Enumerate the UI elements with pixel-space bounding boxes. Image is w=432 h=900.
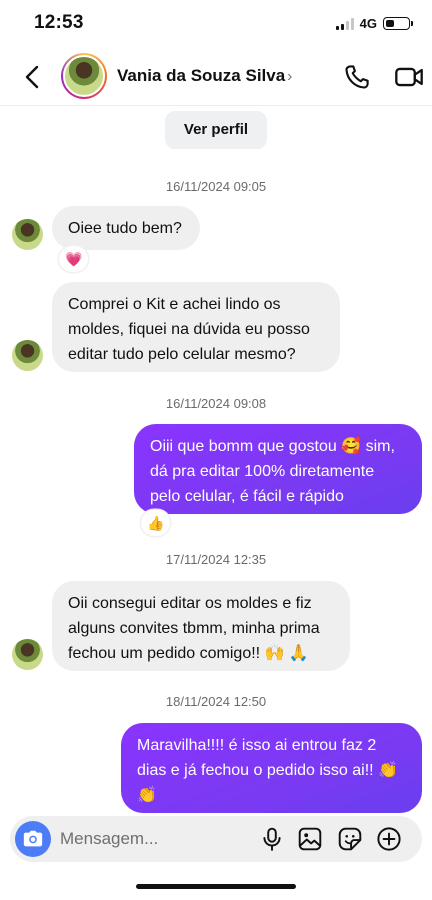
contact-avatar[interactable] <box>61 53 107 99</box>
message-line: pelo celular, é fácil e rápido <box>150 488 344 505</box>
incoming-message[interactable]: Oiee tudo bem? <box>52 206 200 250</box>
message-line: dá pra editar 100% diretamente <box>150 463 375 480</box>
message-line: Oiee tudo bem? <box>68 220 182 237</box>
sticker-icon <box>338 827 362 851</box>
back-button[interactable] <box>18 62 48 92</box>
chevron-left-icon <box>25 65 39 89</box>
avatar[interactable] <box>12 219 43 250</box>
home-indicator[interactable] <box>136 884 296 889</box>
video-call-button[interactable] <box>394 62 424 92</box>
message-input[interactable] <box>60 827 240 851</box>
status-bar: 12:53 4G <box>0 0 432 48</box>
message-line: editar tudo pelo celular mesmo? <box>68 346 296 363</box>
message-line: Oiii que bomm que gostou 🥰 sim, <box>150 438 395 455</box>
message-timestamp: 16/11/2024 09:08 <box>165 396 267 411</box>
message-thread: Ver perfil 16/11/2024 09:05 Oiee tudo be… <box>0 107 432 817</box>
voice-message-button[interactable] <box>259 826 285 852</box>
video-camera-icon <box>395 67 423 87</box>
status-time: 12:53 <box>34 12 84 33</box>
incoming-message[interactable]: Oii consegui editar os moldes e fiz algu… <box>52 581 350 671</box>
cellular-signal-icon <box>335 17 354 30</box>
message-line: Comprei o Kit e achei lindo os <box>68 296 281 313</box>
battery-level <box>385 19 394 27</box>
message-timestamp: 18/11/2024 12:50 <box>165 694 267 709</box>
message-line: fechou um pedido comigo!! 🙌 🙏 <box>68 645 309 662</box>
message-line: 👏 <box>137 787 157 804</box>
plus-circle-icon <box>377 827 401 851</box>
camera-icon <box>23 830 43 847</box>
message-timestamp: 16/11/2024 09:05 <box>165 179 267 194</box>
message-line: Oii consegui editar os moldes e fiz <box>68 595 312 612</box>
avatar[interactable] <box>12 639 43 670</box>
message-line: moldes, fiquei na dúvida eu posso <box>68 321 310 338</box>
message-line: dias e já fechou o pedido isso ai!! 👏 <box>137 762 398 779</box>
message-reaction[interactable]: 💗 <box>59 246 89 272</box>
avatar <box>63 55 105 97</box>
message-timestamp: 17/11/2024 12:35 <box>165 552 267 567</box>
chat-header: Vania da Souza Silva › <box>0 48 432 106</box>
battery-icon <box>383 17 413 30</box>
more-options-button[interactable] <box>376 826 402 852</box>
phone-icon <box>345 65 369 89</box>
message-composer <box>10 816 422 862</box>
message-line: Maravilha!!!! é isso ai entrou faz 2 <box>137 737 377 754</box>
avatar[interactable] <box>12 340 43 371</box>
message-reaction[interactable]: 👍 <box>141 510 171 536</box>
contact-name[interactable]: Vania da Souza Silva <box>117 66 285 86</box>
image-icon <box>298 827 322 851</box>
message-line: alguns convites tbmm, minha prima <box>68 620 320 637</box>
incoming-message[interactable]: Comprei o Kit e achei lindo os moldes, f… <box>52 282 340 372</box>
chevron-right-icon[interactable]: › <box>287 68 292 86</box>
voice-call-button[interactable] <box>342 62 372 92</box>
status-indicators: 4G <box>335 16 413 31</box>
network-type: 4G <box>359 16 377 31</box>
microphone-icon <box>263 827 281 851</box>
camera-button[interactable] <box>15 821 51 857</box>
view-profile-button[interactable]: Ver perfil <box>165 111 267 149</box>
outgoing-message[interactable]: Maravilha!!!! é isso ai entrou faz 2 dia… <box>121 723 422 813</box>
sticker-button[interactable] <box>337 826 363 852</box>
gallery-button[interactable] <box>297 826 323 852</box>
outgoing-message[interactable]: Oiii que bomm que gostou 🥰 sim, dá pra e… <box>134 424 422 514</box>
